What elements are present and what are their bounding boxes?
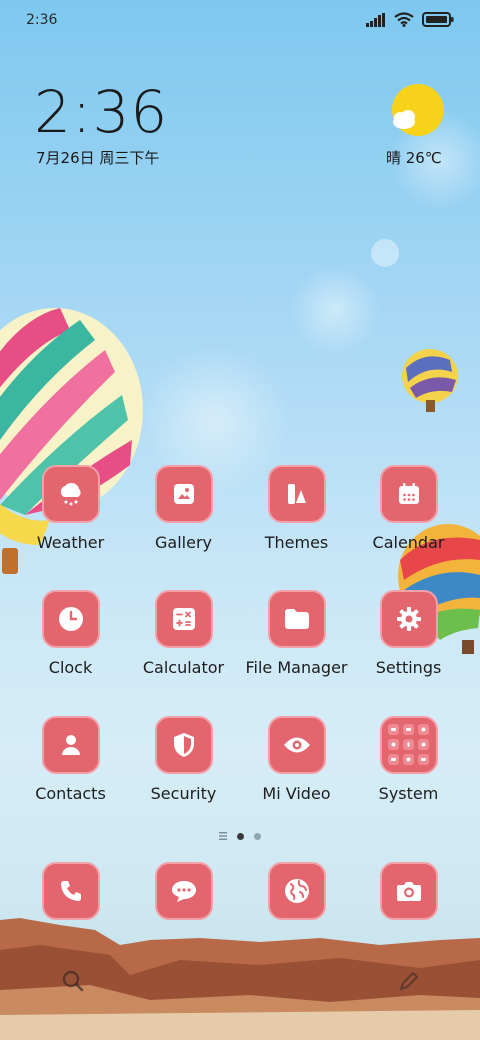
app-weather[interactable]: Weather (14, 465, 127, 575)
folder-grid-icon (387, 724, 429, 765)
app-mi-video[interactable]: Mi Video (240, 716, 353, 826)
app-tile[interactable] (154, 465, 213, 523)
app-tile[interactable] (267, 716, 326, 774)
clock-widget-date: 7月26日 周三下午 (36, 149, 160, 167)
page-indicator[interactable] (198, 830, 282, 842)
app-contacts[interactable]: Contacts (14, 716, 127, 826)
page-dot-active[interactable] (237, 832, 244, 840)
app-tile[interactable] (154, 716, 213, 774)
app-settings[interactable]: Settings (352, 590, 465, 700)
app-file-manager[interactable]: File Manager (240, 590, 353, 700)
app-tile[interactable] (41, 465, 100, 523)
status-time: 2:36 (26, 12, 58, 28)
app-calendar[interactable]: Calendar (352, 465, 465, 575)
app-themes[interactable]: Themes (240, 465, 353, 575)
app-label: Gallery (155, 533, 212, 552)
app-tile[interactable] (379, 716, 438, 774)
app-gallery[interactable]: Gallery (127, 465, 240, 575)
page-dot[interactable] (254, 832, 261, 840)
app-label: Themes (264, 533, 329, 552)
app-tile[interactable] (41, 716, 100, 774)
app-label: Weather (36, 533, 105, 552)
app-label: Settings (375, 658, 442, 677)
app-tile[interactable] (267, 465, 326, 523)
app-tile[interactable] (379, 590, 438, 648)
camera-icon (396, 882, 421, 901)
person-icon (61, 735, 80, 755)
app-label: System (378, 784, 439, 803)
shield-icon (173, 733, 194, 757)
app-label: Contacts (35, 784, 106, 803)
status-bar: 2:36 (0, 0, 480, 42)
app-calculator[interactable]: Calculator (127, 590, 240, 700)
dock-tile[interactable] (379, 862, 438, 920)
dock-tile[interactable] (154, 862, 213, 920)
clock-icon (58, 607, 83, 631)
edit-icon[interactable] (398, 970, 420, 992)
weather-cloud-icon (60, 482, 81, 506)
dock-browser[interactable] (240, 862, 353, 932)
gear-icon (396, 607, 421, 631)
page-list-icon[interactable] (219, 832, 227, 840)
weather-widget-text: 晴 26℃ (386, 149, 442, 167)
app-label: Clock (48, 658, 93, 677)
dock-messages[interactable] (127, 862, 240, 932)
dock-tile[interactable] (41, 862, 100, 920)
phone-icon (60, 881, 81, 901)
clock-widget-time[interactable]: 2:36 (34, 78, 168, 146)
app-tile[interactable] (379, 465, 438, 523)
calculator-icon (172, 608, 195, 630)
app-security[interactable]: Security (127, 716, 240, 826)
battery-icon (422, 12, 454, 27)
app-tile[interactable] (154, 590, 213, 648)
app-label: Security (150, 784, 217, 803)
themes-icon (287, 484, 306, 504)
dock-tile[interactable] (267, 862, 326, 920)
app-label: File Manager (245, 658, 348, 677)
app-clock[interactable]: Clock (14, 590, 127, 700)
app-label: Calculator (142, 658, 225, 677)
calendar-icon (398, 483, 419, 504)
app-tile[interactable] (41, 590, 100, 648)
signal-icon (366, 12, 385, 27)
wifi-icon (394, 12, 414, 27)
app-tile[interactable] (267, 590, 326, 648)
app-label: Mi Video (262, 784, 331, 803)
search-icon[interactable] (62, 970, 84, 992)
dock-phone[interactable] (14, 862, 127, 932)
gallery-icon (173, 484, 194, 504)
sun-cloud-icon[interactable] (390, 84, 444, 138)
message-icon (171, 881, 196, 902)
dock-camera[interactable] (352, 862, 465, 932)
status-icons (366, 12, 454, 27)
eye-icon (283, 737, 310, 753)
balloon-small (402, 349, 458, 412)
app-label: Calendar (372, 533, 445, 552)
folder-icon (284, 609, 309, 629)
app-system-folder[interactable]: System (352, 716, 465, 826)
globe-icon (284, 879, 309, 903)
